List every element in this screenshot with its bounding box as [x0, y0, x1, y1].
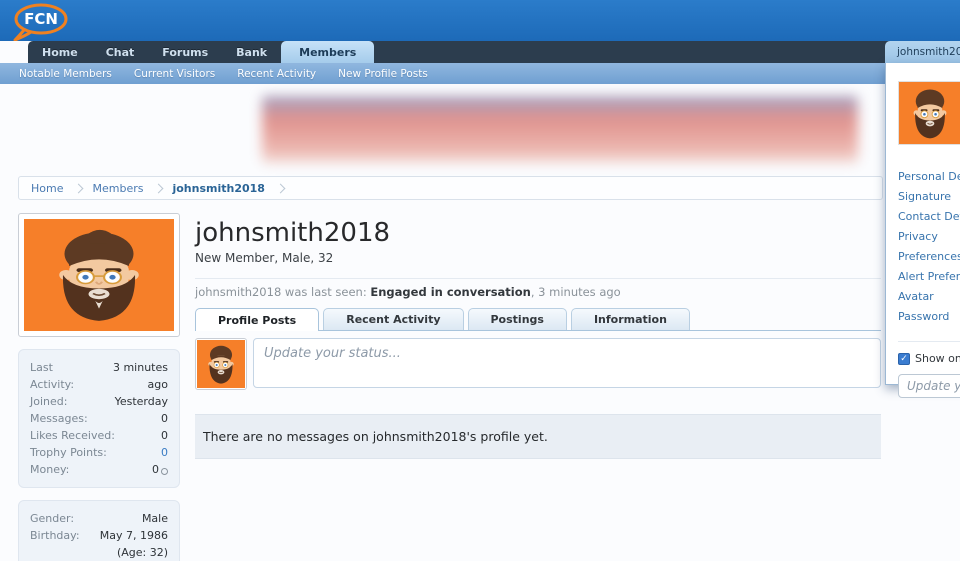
tab-postings[interactable]: Postings	[468, 308, 567, 330]
menu-alert-preferences[interactable]: Alert Preferences	[898, 267, 960, 287]
main-navbar: Home Chat Forums Bank Members	[28, 41, 960, 63]
info-gender: Gender: Male	[30, 510, 168, 527]
stat-messages: Messages: 0	[30, 410, 168, 427]
user-avatar	[197, 340, 245, 388]
stat-value: 3 minutes ago	[95, 359, 168, 393]
subnav-notable-members[interactable]: Notable Members	[8, 68, 123, 80]
trophy-points-link[interactable]: 0	[161, 444, 168, 461]
nav-tab-bank[interactable]: Bank	[222, 41, 281, 63]
fcn-logo-icon[interactable]: FCN	[13, 3, 69, 45]
show-online-label: Show online status	[915, 352, 960, 365]
info-value: May 7, 1986 (Age: 32)	[80, 527, 168, 561]
stat-likes-received: Likes Received: 0	[30, 427, 168, 444]
tab-information[interactable]: Information	[571, 308, 690, 330]
menu-privacy[interactable]: Privacy	[898, 227, 960, 247]
user-stats-box: Last Activity: 3 minutes ago Joined: Yes…	[18, 349, 180, 488]
stat-value: 0	[161, 410, 168, 427]
chevron-right-icon	[74, 183, 84, 193]
stat-label: Likes Received:	[30, 427, 115, 444]
blurred-banner	[262, 96, 858, 163]
menu-preferences[interactable]: Preferences	[898, 247, 960, 267]
stat-last-activity: Last Activity: 3 minutes ago	[30, 359, 168, 393]
svg-text:FCN: FCN	[24, 10, 58, 28]
members-subnav: Notable Members Current Visitors Recent …	[0, 63, 960, 84]
coin-icon	[161, 468, 168, 475]
account-dropdown-panel: Personal Details Signature Contact Detai…	[885, 63, 960, 385]
status-update-row	[195, 338, 881, 390]
last-seen-prefix: johnsmith2018 was last seen:	[195, 285, 367, 299]
user-avatar	[24, 219, 174, 331]
panel-status-input[interactable]	[898, 374, 960, 398]
user-avatar	[899, 82, 960, 144]
stat-label: Messages:	[30, 410, 88, 427]
info-label: Gender:	[30, 510, 74, 527]
stat-joined: Joined: Yesterday	[30, 393, 168, 410]
user-avatar-panel	[898, 81, 960, 145]
nav-tab-forums[interactable]: Forums	[148, 41, 222, 63]
breadcrumb: Home Members johnsmith2018	[18, 176, 883, 200]
last-seen-time: , 3 minutes ago	[531, 285, 621, 299]
stat-value: 0	[152, 461, 168, 478]
stat-label: Joined:	[30, 393, 67, 410]
stat-trophy-points: Trophy Points: 0	[30, 444, 168, 461]
breadcrumb-home[interactable]: Home	[31, 182, 63, 195]
breadcrumb-current-user: johnsmith2018	[172, 182, 264, 195]
subnav-recent-activity[interactable]: Recent Activity	[226, 68, 327, 80]
tab-profile-posts[interactable]: Profile Posts	[195, 308, 319, 331]
user-avatar-large[interactable]	[18, 213, 180, 337]
user-info-box: Gender: Male Birthday: May 7, 1986 (Age:…	[18, 500, 180, 561]
site-header: FCN	[0, 0, 960, 41]
status-update-input[interactable]	[253, 338, 881, 388]
breadcrumb-members[interactable]: Members	[92, 182, 143, 195]
empty-profile-message: There are no messages on johnsmith2018's…	[195, 414, 881, 459]
subnav-current-visitors[interactable]: Current Visitors	[123, 68, 226, 80]
profile-main: johnsmith2018 New Member, Male, 32 johns…	[195, 218, 881, 459]
chevron-right-icon	[154, 183, 164, 193]
profile-tabs: Profile Posts Recent Activity Postings I…	[195, 308, 881, 331]
info-label: Birthday:	[30, 527, 80, 561]
stat-value: 0	[161, 427, 168, 444]
menu-personal-details[interactable]: Personal Details	[898, 167, 960, 187]
menu-password[interactable]: Password	[898, 307, 960, 327]
info-value: Male	[142, 510, 168, 527]
last-seen-status: Engaged in conversation	[370, 285, 530, 299]
account-menu-tab[interactable]: johnsmith2018	[885, 41, 960, 63]
menu-avatar[interactable]: Avatar	[898, 287, 960, 307]
user-title: New Member, Male, 32	[195, 251, 881, 265]
stat-money: Money: 0	[30, 461, 168, 478]
stat-value: Yesterday	[115, 393, 168, 410]
show-online-row: ✓ Show online status	[898, 341, 960, 365]
menu-signature[interactable]: Signature	[898, 187, 960, 207]
subnav-new-profile-posts[interactable]: New Profile Posts	[327, 68, 439, 80]
last-seen-line: johnsmith2018 was last seen: Engaged in …	[195, 278, 881, 299]
page-title-username: johnsmith2018	[195, 218, 881, 248]
nav-tab-members[interactable]: Members	[281, 41, 374, 63]
chevron-right-icon	[276, 183, 286, 193]
nav-tab-chat[interactable]: Chat	[92, 41, 149, 63]
stat-label: Money:	[30, 461, 69, 478]
profile-sidebar: Last Activity: 3 minutes ago Joined: Yes…	[18, 213, 180, 561]
stat-label: Last Activity:	[30, 359, 95, 393]
user-avatar-small	[195, 338, 247, 390]
nav-tab-home[interactable]: Home	[28, 41, 92, 63]
account-menu: Personal Details Signature Contact Detai…	[898, 167, 960, 327]
show-online-checkbox[interactable]: ✓	[898, 353, 910, 365]
info-birthday: Birthday: May 7, 1986 (Age: 32)	[30, 527, 168, 561]
menu-contact-details[interactable]: Contact Details	[898, 207, 960, 227]
stat-label: Trophy Points:	[30, 444, 107, 461]
tab-recent-activity[interactable]: Recent Activity	[323, 308, 463, 330]
